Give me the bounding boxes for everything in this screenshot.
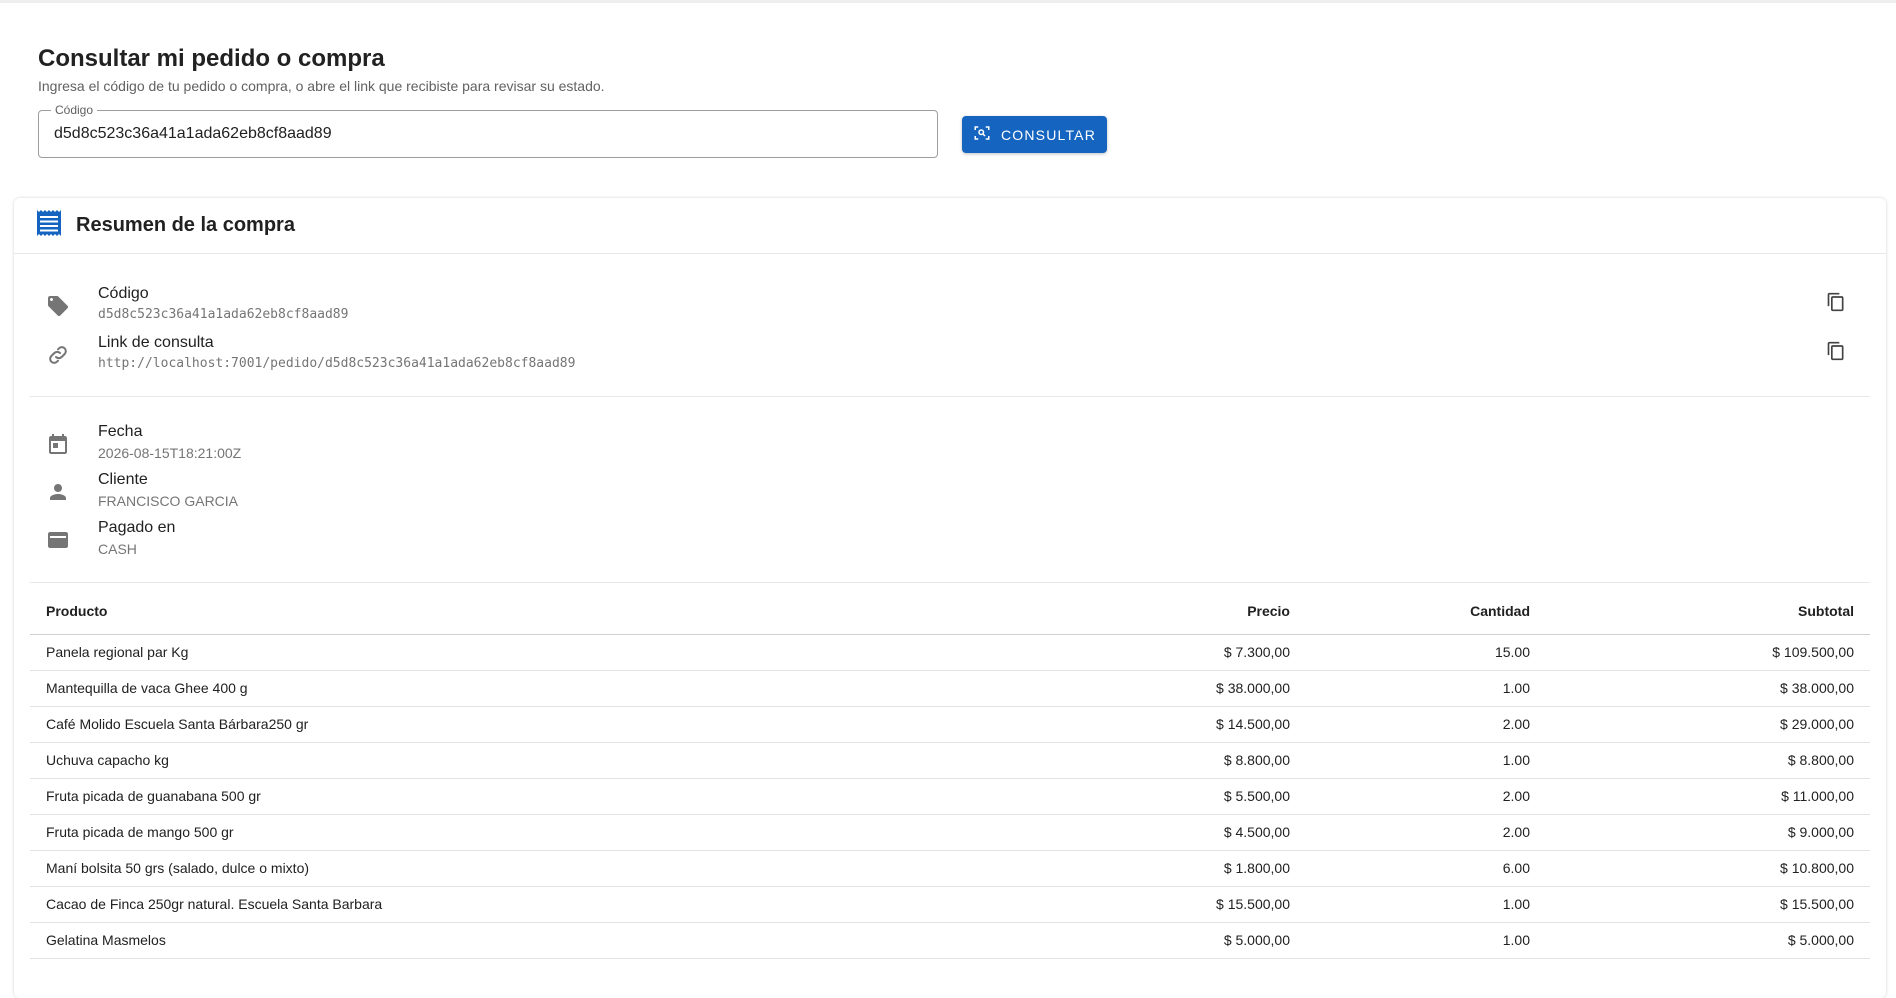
cell-subtotal: $ 29.000,00 [1546, 706, 1870, 743]
cell-price: $ 7.300,00 [1066, 634, 1306, 671]
date-label: Fecha [98, 423, 143, 440]
items-table: Producto Precio Cantidad Subtotal Panela… [30, 588, 1870, 959]
divider [30, 582, 1870, 583]
credit-card-icon [46, 528, 70, 552]
cell-subtotal: $ 8.800,00 [1546, 742, 1870, 779]
paid-label: Pagado en [98, 519, 176, 536]
client-value: FRANCISCO GARCIA [98, 493, 239, 509]
table-header-row: Producto Precio Cantidad Subtotal [30, 588, 1870, 635]
top-border [0, 0, 1896, 3]
copy-icon [1827, 292, 1844, 312]
paid-value: CASH [98, 541, 137, 557]
column-header-subtotal[interactable]: Subtotal [1546, 588, 1870, 635]
table-row: Gelatina Masmelos $ 5.000,00 1.00 $ 5.000,0… [30, 922, 1870, 959]
receipt-icon [34, 208, 64, 243]
link-label: Link de consulta [98, 334, 214, 351]
client-label: Cliente [98, 471, 148, 488]
table-row: Panela regional par Kg $ 7.300,00 15.00 $ 1… [30, 634, 1870, 671]
info-row-link: Link de consulta http://localhost:7001/p… [30, 333, 1870, 377]
cell-price: $ 5.000,00 [1066, 922, 1306, 959]
table-row: Cacao de Finca 250gr natural. Escuela Sa… [30, 886, 1870, 923]
cell-price: $ 4.500,00 [1066, 814, 1306, 851]
cell-product: Café Molido Escuela Santa Bárbara250 gr [30, 706, 1066, 743]
cell-product: Mantequilla de vaca Ghee 400 g [30, 670, 1066, 707]
consult-button[interactable]: CONSULTAR [962, 116, 1107, 153]
cell-subtotal: $ 9.000,00 [1546, 814, 1870, 851]
table-row: Fruta picada de mango 500 gr $ 4.500,00 2.… [30, 814, 1870, 851]
cell-price: $ 8.800,00 [1066, 742, 1306, 779]
info-row-code: Código d5d8c523c36a41a1ada62eb8cf8aad89 [30, 284, 1870, 328]
code-field[interactable]: Código [38, 103, 938, 158]
cell-price: $ 15.500,00 [1066, 886, 1306, 923]
info-row-paid: Pagado en CASH [30, 518, 1870, 562]
table-row: Mantequilla de vaca Ghee 400 g $ 38.000,0… [30, 670, 1870, 707]
cell-product: Cacao de Finca 250gr natural. Escuela Sa… [30, 886, 1066, 923]
table-row: Uchuva capacho kg $ 8.800,00 1.00 $ 8.800,0… [30, 742, 1870, 779]
purchase-summary-card: Resumen de la compra Código d5d8c523c36a… [14, 198, 1886, 998]
table-row: Fruta picada de guanabana 500 gr $ 5.500,… [30, 778, 1870, 815]
copy-link-button[interactable] [1826, 341, 1850, 365]
cell-product: Maní bolsita 50 grs (salado, dulce o mix… [30, 850, 1066, 887]
person-icon [46, 480, 70, 504]
page-title: Consultar mi pedido o compra [38, 45, 385, 72]
cell-qty: 1.00 [1306, 886, 1546, 923]
tag-icon [46, 294, 70, 318]
cell-subtotal: $ 38.000,00 [1546, 670, 1870, 707]
column-header-qty[interactable]: Cantidad [1306, 588, 1546, 635]
qr-scan-icon [973, 124, 991, 145]
copy-icon [1827, 341, 1844, 361]
cell-qty: 2.00 [1306, 778, 1546, 815]
consult-button-label: CONSULTAR [1000, 126, 1097, 143]
code-input[interactable] [54, 111, 924, 157]
table-row: Maní bolsita 50 grs (salado, dulce o mix… [30, 850, 1870, 887]
cell-price: $ 5.500,00 [1066, 778, 1306, 815]
column-header-product[interactable]: Producto [30, 588, 1066, 635]
calendar-icon [46, 432, 70, 456]
cell-product: Gelatina Masmelos [30, 922, 1066, 959]
cell-product: Fruta picada de guanabana 500 gr [30, 778, 1066, 815]
cell-subtotal: $ 109.500,00 [1546, 634, 1870, 671]
cell-product: Uchuva capacho kg [30, 742, 1066, 779]
cell-subtotal: $ 5.000,00 [1546, 922, 1870, 959]
cell-product: Panela regional par Kg [30, 634, 1066, 671]
info-row-client: Cliente FRANCISCO GARCIA [30, 470, 1870, 514]
cell-qty: 6.00 [1306, 850, 1546, 887]
column-header-price[interactable]: Precio [1066, 588, 1306, 635]
cell-product: Fruta picada de mango 500 gr [30, 814, 1066, 851]
date-value: 2026-08-15T18:21:00Z [98, 445, 242, 461]
cell-qty: 15.00 [1306, 634, 1546, 671]
cell-subtotal: $ 15.500,00 [1546, 886, 1870, 923]
copy-code-button[interactable] [1826, 292, 1850, 316]
cell-subtotal: $ 10.800,00 [1546, 850, 1870, 887]
table-row: Café Molido Escuela Santa Bárbara250 gr $… [30, 706, 1870, 743]
cell-qty: 1.00 [1306, 742, 1546, 779]
card-title: Resumen de la compra [76, 214, 295, 236]
cell-qty: 1.00 [1306, 670, 1546, 707]
page-header: Consultar mi pedido o compra Ingresa el … [38, 44, 605, 94]
cell-price: $ 1.800,00 [1066, 850, 1306, 887]
cell-subtotal: $ 11.000,00 [1546, 778, 1870, 815]
cell-qty: 1.00 [1306, 922, 1546, 959]
link-icon [46, 343, 70, 367]
code-label: Código [98, 285, 149, 302]
cell-price: $ 14.500,00 [1066, 706, 1306, 743]
cell-qty: 2.00 [1306, 706, 1546, 743]
cell-price: $ 38.000,00 [1066, 670, 1306, 707]
cell-qty: 2.00 [1306, 814, 1546, 851]
divider [30, 396, 1870, 397]
info-row-date: Fecha 2026-08-15T18:21:00Z [30, 422, 1870, 466]
link-value[interactable]: http://localhost:7001/pedido/d5d8c523c36… [98, 355, 575, 373]
card-header: Resumen de la compra [14, 198, 1886, 254]
code-value: d5d8c523c36a41a1ada62eb8cf8aad89 [98, 307, 349, 322]
page-subtitle: Ingresa el código de tu pedido o compra,… [38, 78, 605, 94]
